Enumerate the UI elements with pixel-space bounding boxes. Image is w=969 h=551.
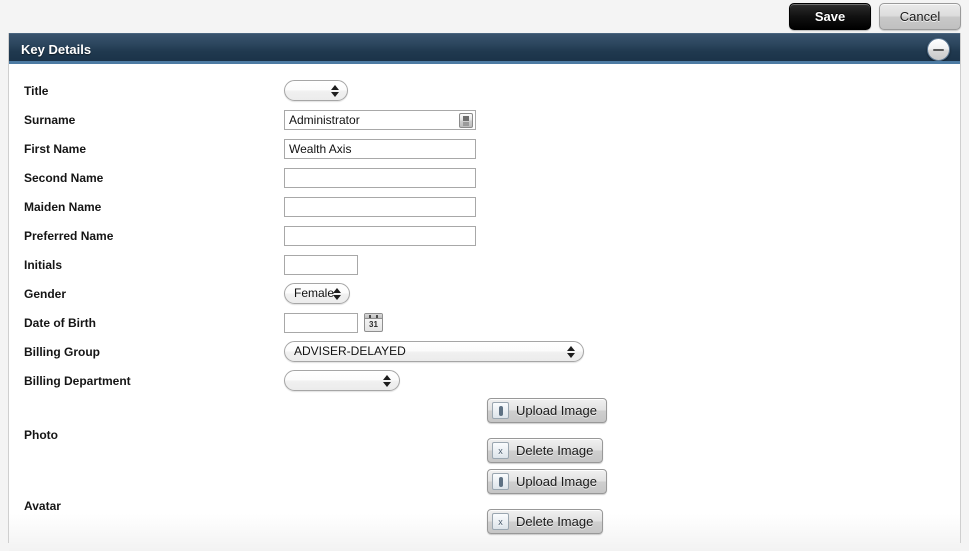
lookup-stepper-icon[interactable] [459, 112, 473, 128]
attachment-icon [492, 402, 509, 419]
field-row-second-name: Second Name [9, 163, 960, 192]
gender-select-value: Female [294, 286, 335, 300]
chevron-updown-icon [383, 374, 391, 388]
field-row-billing-group: Billing Group ADVISER-DELAYED [9, 337, 960, 366]
field-control-surname [284, 109, 476, 130]
calendar-icon-ring [369, 315, 371, 318]
avatar-delete-image-label: Delete Image [516, 514, 594, 529]
field-row-date-of-birth: Date of Birth 31 [9, 308, 960, 337]
key-details-page: Save Cancel Key Details Title Surname Ad… [0, 0, 969, 551]
field-label-billing-department: Billing Department [24, 373, 131, 388]
gender-select[interactable]: Female [284, 283, 350, 304]
x-icon [492, 513, 509, 530]
field-row-initials: Initials [9, 250, 960, 279]
field-row-first-name: First Name [9, 134, 960, 163]
calendar-icon-day: 31 [369, 320, 378, 329]
surname-input[interactable] [284, 109, 476, 130]
avatar-upload-image-button[interactable]: Upload Image [487, 469, 607, 494]
billing-department-select[interactable] [284, 370, 400, 391]
attachment-icon [492, 473, 509, 490]
minus-circle-icon[interactable] [927, 38, 950, 61]
panel-body: Title Surname Administrator First Name W… [9, 76, 960, 551]
surname-lookup-wrap [284, 109, 476, 130]
top-action-buttons: Save Cancel [789, 3, 961, 30]
calendar-icon[interactable]: 31 [364, 313, 383, 332]
calendar-icon-ring [376, 315, 378, 318]
field-control-title [284, 80, 348, 101]
save-button[interactable]: Save [789, 3, 871, 30]
field-control-billing-group: ADVISER-DELAYED [284, 341, 584, 362]
field-label-surname: Surname [24, 112, 76, 127]
preferred-name-input[interactable] [284, 225, 476, 246]
field-row-preferred-name: Preferred Name [9, 221, 960, 250]
field-control-first-name [284, 138, 476, 159]
field-control-preferred-name [284, 225, 476, 246]
billing-group-select-value: ADVISER-DELAYED [294, 344, 406, 358]
first-name-input[interactable] [284, 138, 476, 159]
field-label-billing-group: Billing Group [24, 344, 100, 359]
photo-delete-image-label: Delete Image [516, 443, 594, 458]
field-label-title: Title [24, 83, 49, 98]
field-row-gender: Gender Female [9, 279, 960, 308]
field-row-surname: Surname [9, 105, 960, 134]
field-label-avatar: Avatar [24, 499, 61, 513]
field-control-initials [284, 254, 358, 275]
field-label-gender: Gender [24, 286, 67, 301]
x-icon [492, 442, 509, 459]
billing-group-select[interactable]: ADVISER-DELAYED [284, 341, 584, 362]
key-details-panel: Key Details Title Surname Administrator … [8, 33, 961, 551]
avatar-upload-image-label: Upload Image [516, 474, 597, 489]
cancel-button[interactable]: Cancel [879, 3, 961, 30]
chevron-updown-icon [333, 287, 341, 301]
date-of-birth-input[interactable] [284, 312, 358, 333]
title-select[interactable] [284, 80, 348, 101]
second-name-input[interactable] [284, 167, 476, 188]
field-control-gender: Female [284, 283, 350, 304]
field-row-title: Title [9, 76, 960, 105]
field-label-date-of-birth: Date of Birth [24, 315, 96, 330]
field-label-second-name: Second Name [24, 170, 104, 185]
field-label-maiden-name: Maiden Name [24, 199, 102, 214]
field-control-second-name [284, 167, 476, 188]
field-control-date-of-birth: 31 [284, 312, 383, 333]
photo-upload-image-button[interactable]: Upload Image [487, 398, 607, 423]
field-row-maiden-name: Maiden Name [9, 192, 960, 221]
field-control-billing-department [284, 370, 400, 391]
field-row-billing-department: Billing Department [9, 366, 960, 395]
initials-input[interactable] [284, 254, 358, 275]
chevron-updown-icon [331, 84, 339, 98]
field-control-maiden-name [284, 196, 476, 217]
top-action-bar: Save Cancel [0, 0, 969, 33]
panel-title: Key Details [21, 42, 92, 57]
chevron-updown-icon [567, 345, 575, 359]
field-label-photo: Photo [24, 428, 58, 442]
avatar-delete-image-button[interactable]: Delete Image [487, 509, 604, 534]
field-label-preferred-name: Preferred Name [24, 228, 114, 243]
photo-upload-image-label: Upload Image [516, 403, 597, 418]
field-label-first-name: First Name [24, 141, 87, 156]
field-label-initials: Initials [24, 257, 63, 272]
panel-header: Key Details [9, 33, 960, 64]
photo-delete-image-button[interactable]: Delete Image [487, 438, 604, 463]
maiden-name-input[interactable] [284, 196, 476, 217]
